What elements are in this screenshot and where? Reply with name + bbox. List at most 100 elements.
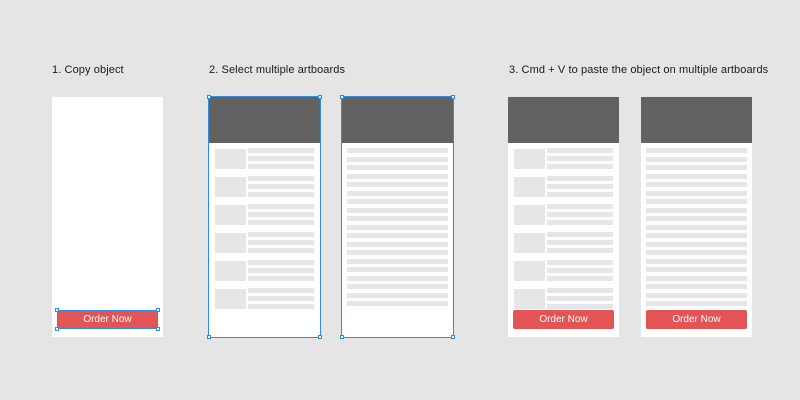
text-placeholder-line [547,184,613,189]
selection-handle[interactable] [318,95,322,99]
text-placeholder-line [347,156,448,162]
text-placeholder-line [347,165,448,170]
selection-handle[interactable] [340,95,344,99]
text-placeholder-line [646,275,747,281]
image-placeholder [215,289,246,309]
text-placeholder-line [248,240,314,245]
text-placeholder-line [248,204,314,209]
text-placeholder-line [547,288,613,293]
text-placeholder-line [347,233,448,238]
step-3-label: 3. Cmd + V to paste the object on multip… [509,64,769,76]
selection-handle[interactable] [451,335,455,339]
header-bar [342,97,453,143]
text-placeholder-line [347,148,448,153]
text-placeholder-line [248,276,314,281]
image-placeholder [514,233,545,253]
text-placeholder-line [347,292,448,298]
text-placeholder-line [347,241,448,247]
text-placeholder-line [646,267,747,272]
text-placeholder-line [646,148,747,153]
step-2-label: 2. Select multiple artboards [209,64,346,76]
text-placeholder-line [547,276,613,281]
text-placeholder-line [646,165,747,170]
text-placeholder-line [347,207,448,213]
artboard-copy[interactable]: Order Now [52,97,163,337]
text-placeholder-line [347,190,448,196]
text-placeholder-line [646,173,747,179]
image-placeholder [514,205,545,225]
text-placeholder-line [347,182,448,187]
text-placeholder-line [248,288,314,293]
order-now-button[interactable]: Order Now [646,310,747,329]
text-placeholder-line [547,204,613,209]
text-placeholder-line [547,260,613,265]
image-placeholder [215,233,246,253]
text-placeholder-line [547,164,613,169]
text-placeholder-line [646,207,747,213]
text-placeholder-line [547,240,613,245]
selection-handle[interactable] [207,95,211,99]
selection-handle[interactable] [451,95,455,99]
text-placeholder-line [347,284,448,289]
text-placeholder-line [547,156,613,161]
text-placeholder-line [646,258,747,264]
artboard-text-pasted[interactable]: Order Now [641,97,752,337]
text-placeholder-line [347,250,448,255]
order-now-button[interactable]: Order Now [513,310,614,329]
text-placeholder-line [646,156,747,162]
text-placeholder-line [248,232,314,237]
text-placeholder-line [646,199,747,204]
text-placeholder-line [248,296,314,301]
order-now-button[interactable]: Order Now [57,310,158,329]
text-placeholder-line [248,148,314,153]
text-placeholder-line [248,164,314,169]
text-placeholder-line [347,258,448,264]
text-placeholder-line [347,267,448,272]
text-placeholder-line [248,304,314,309]
text-placeholder-line [248,212,314,217]
text-placeholder-line [646,250,747,255]
text-placeholder-line [347,301,448,306]
text-placeholder-line [547,304,613,309]
text-placeholder-line [547,268,613,273]
text-placeholder-line [547,232,613,237]
selection-handle[interactable] [207,335,211,339]
text-placeholder-line [547,296,613,301]
text-placeholder-line [646,301,747,306]
selection-handle[interactable] [318,335,322,339]
page: { "steps": [ {"label": "1. Copy object"}… [0,0,800,400]
text-placeholder-line [248,176,314,181]
text-placeholder-line [347,173,448,179]
header-bar [209,97,320,143]
header-bar [508,97,619,143]
image-placeholder [215,177,246,197]
text-placeholder-line [248,268,314,273]
artboard-text-selected[interactable] [340,95,455,339]
selection-handle[interactable] [340,335,344,339]
header-bar [641,97,752,143]
text-placeholder-line [248,192,314,197]
selection-handle[interactable] [55,327,59,331]
image-placeholder [514,177,545,197]
text-placeholder-line [248,248,314,253]
selection-handle[interactable] [156,308,160,312]
image-placeholder [514,261,545,281]
text-placeholder-line [646,216,747,221]
selection-handle[interactable] [55,308,59,312]
text-placeholder-line [646,190,747,196]
text-placeholder-line [646,292,747,298]
text-placeholder-line [646,182,747,187]
text-placeholder-line [248,260,314,265]
text-placeholder-line [547,176,613,181]
image-placeholder [514,149,545,169]
text-placeholder-line [347,224,448,230]
artboard-list-selected[interactable] [207,95,322,339]
selection-handle[interactable] [156,327,160,331]
text-placeholder-line [547,148,613,153]
text-placeholder-line [547,220,613,225]
text-placeholder-line [347,275,448,281]
text-placeholder-line [547,192,613,197]
artboard-list-pasted[interactable]: Order Now [508,97,619,337]
step-1-label: 1. Copy object [52,64,124,76]
image-placeholder [514,289,545,309]
